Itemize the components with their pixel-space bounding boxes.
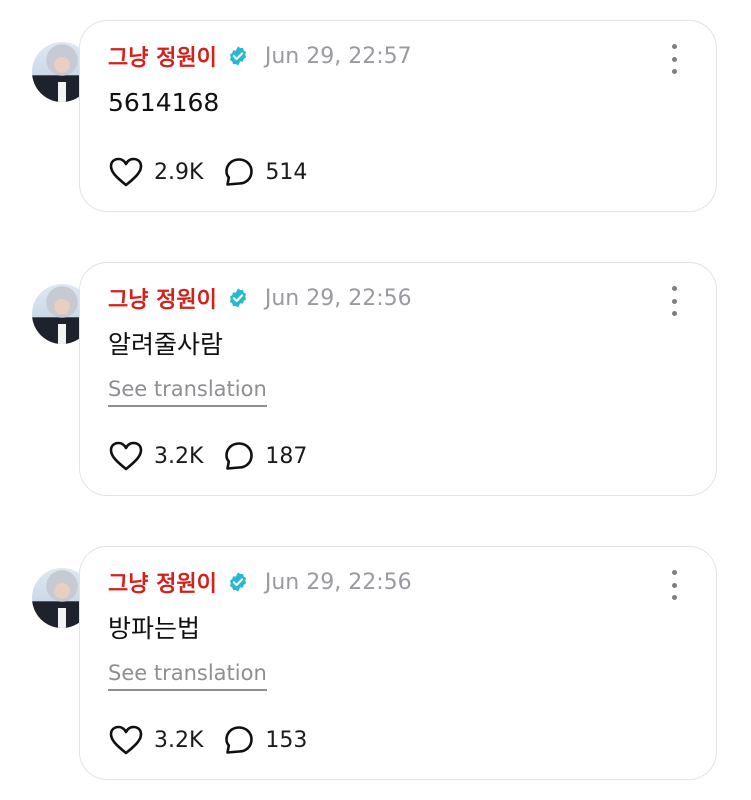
comment-count: 514 xyxy=(265,159,308,185)
post-text: 방파는법 xyxy=(108,614,201,643)
timestamp: Jun 29, 22:56 xyxy=(264,569,412,595)
speech-bubble-icon[interactable] xyxy=(223,724,255,756)
post-card[interactable]: 그냥 정원이 Jun 29, 22:56 방파는법 See translatio… xyxy=(0,526,751,796)
post-actions: 2.9K 514 xyxy=(108,156,307,188)
comment-count: 187 xyxy=(265,443,308,469)
verified-badge-icon xyxy=(229,46,246,66)
post-header: 그냥 정원이 Jun 29, 22:57 xyxy=(108,38,412,74)
post-text: 알려줄사람 xyxy=(108,330,224,359)
timestamp: Jun 29, 22:56 xyxy=(264,285,412,311)
post-card[interactable]: 그냥 정원이 Jun 29, 22:57 5614168 2.9K 514 xyxy=(0,0,751,230)
author-name[interactable]: 그냥 정원이 xyxy=(108,40,217,72)
speech-bubble-icon[interactable] xyxy=(223,156,255,188)
comment-count: 153 xyxy=(265,727,308,753)
see-translation-link[interactable]: See translation xyxy=(108,660,267,691)
like-count: 2.9K xyxy=(154,159,204,185)
heart-icon[interactable] xyxy=(108,724,144,756)
speech-bubble-icon[interactable] xyxy=(223,440,255,472)
more-options-icon[interactable] xyxy=(664,286,684,316)
heart-icon[interactable] xyxy=(108,440,144,472)
like-count: 3.2K xyxy=(154,443,204,469)
post-card[interactable]: 그냥 정원이 Jun 29, 22:56 알려줄사람 See translati… xyxy=(0,242,751,512)
verified-badge-icon xyxy=(229,572,246,592)
author-name[interactable]: 그냥 정원이 xyxy=(108,282,217,314)
heart-icon[interactable] xyxy=(108,156,144,188)
post-actions: 3.2K 153 xyxy=(108,724,307,756)
author-name[interactable]: 그냥 정원이 xyxy=(108,566,217,598)
like-count: 3.2K xyxy=(154,727,204,753)
post-text: 5614168 xyxy=(108,88,220,117)
timestamp: Jun 29, 22:57 xyxy=(264,43,412,69)
post-header: 그냥 정원이 Jun 29, 22:56 xyxy=(108,280,412,316)
more-options-icon[interactable] xyxy=(664,570,684,600)
post-actions: 3.2K 187 xyxy=(108,440,307,472)
see-translation-link[interactable]: See translation xyxy=(108,376,267,407)
post-header: 그냥 정원이 Jun 29, 22:56 xyxy=(108,564,412,600)
more-options-icon[interactable] xyxy=(664,44,684,74)
verified-badge-icon xyxy=(229,288,246,308)
